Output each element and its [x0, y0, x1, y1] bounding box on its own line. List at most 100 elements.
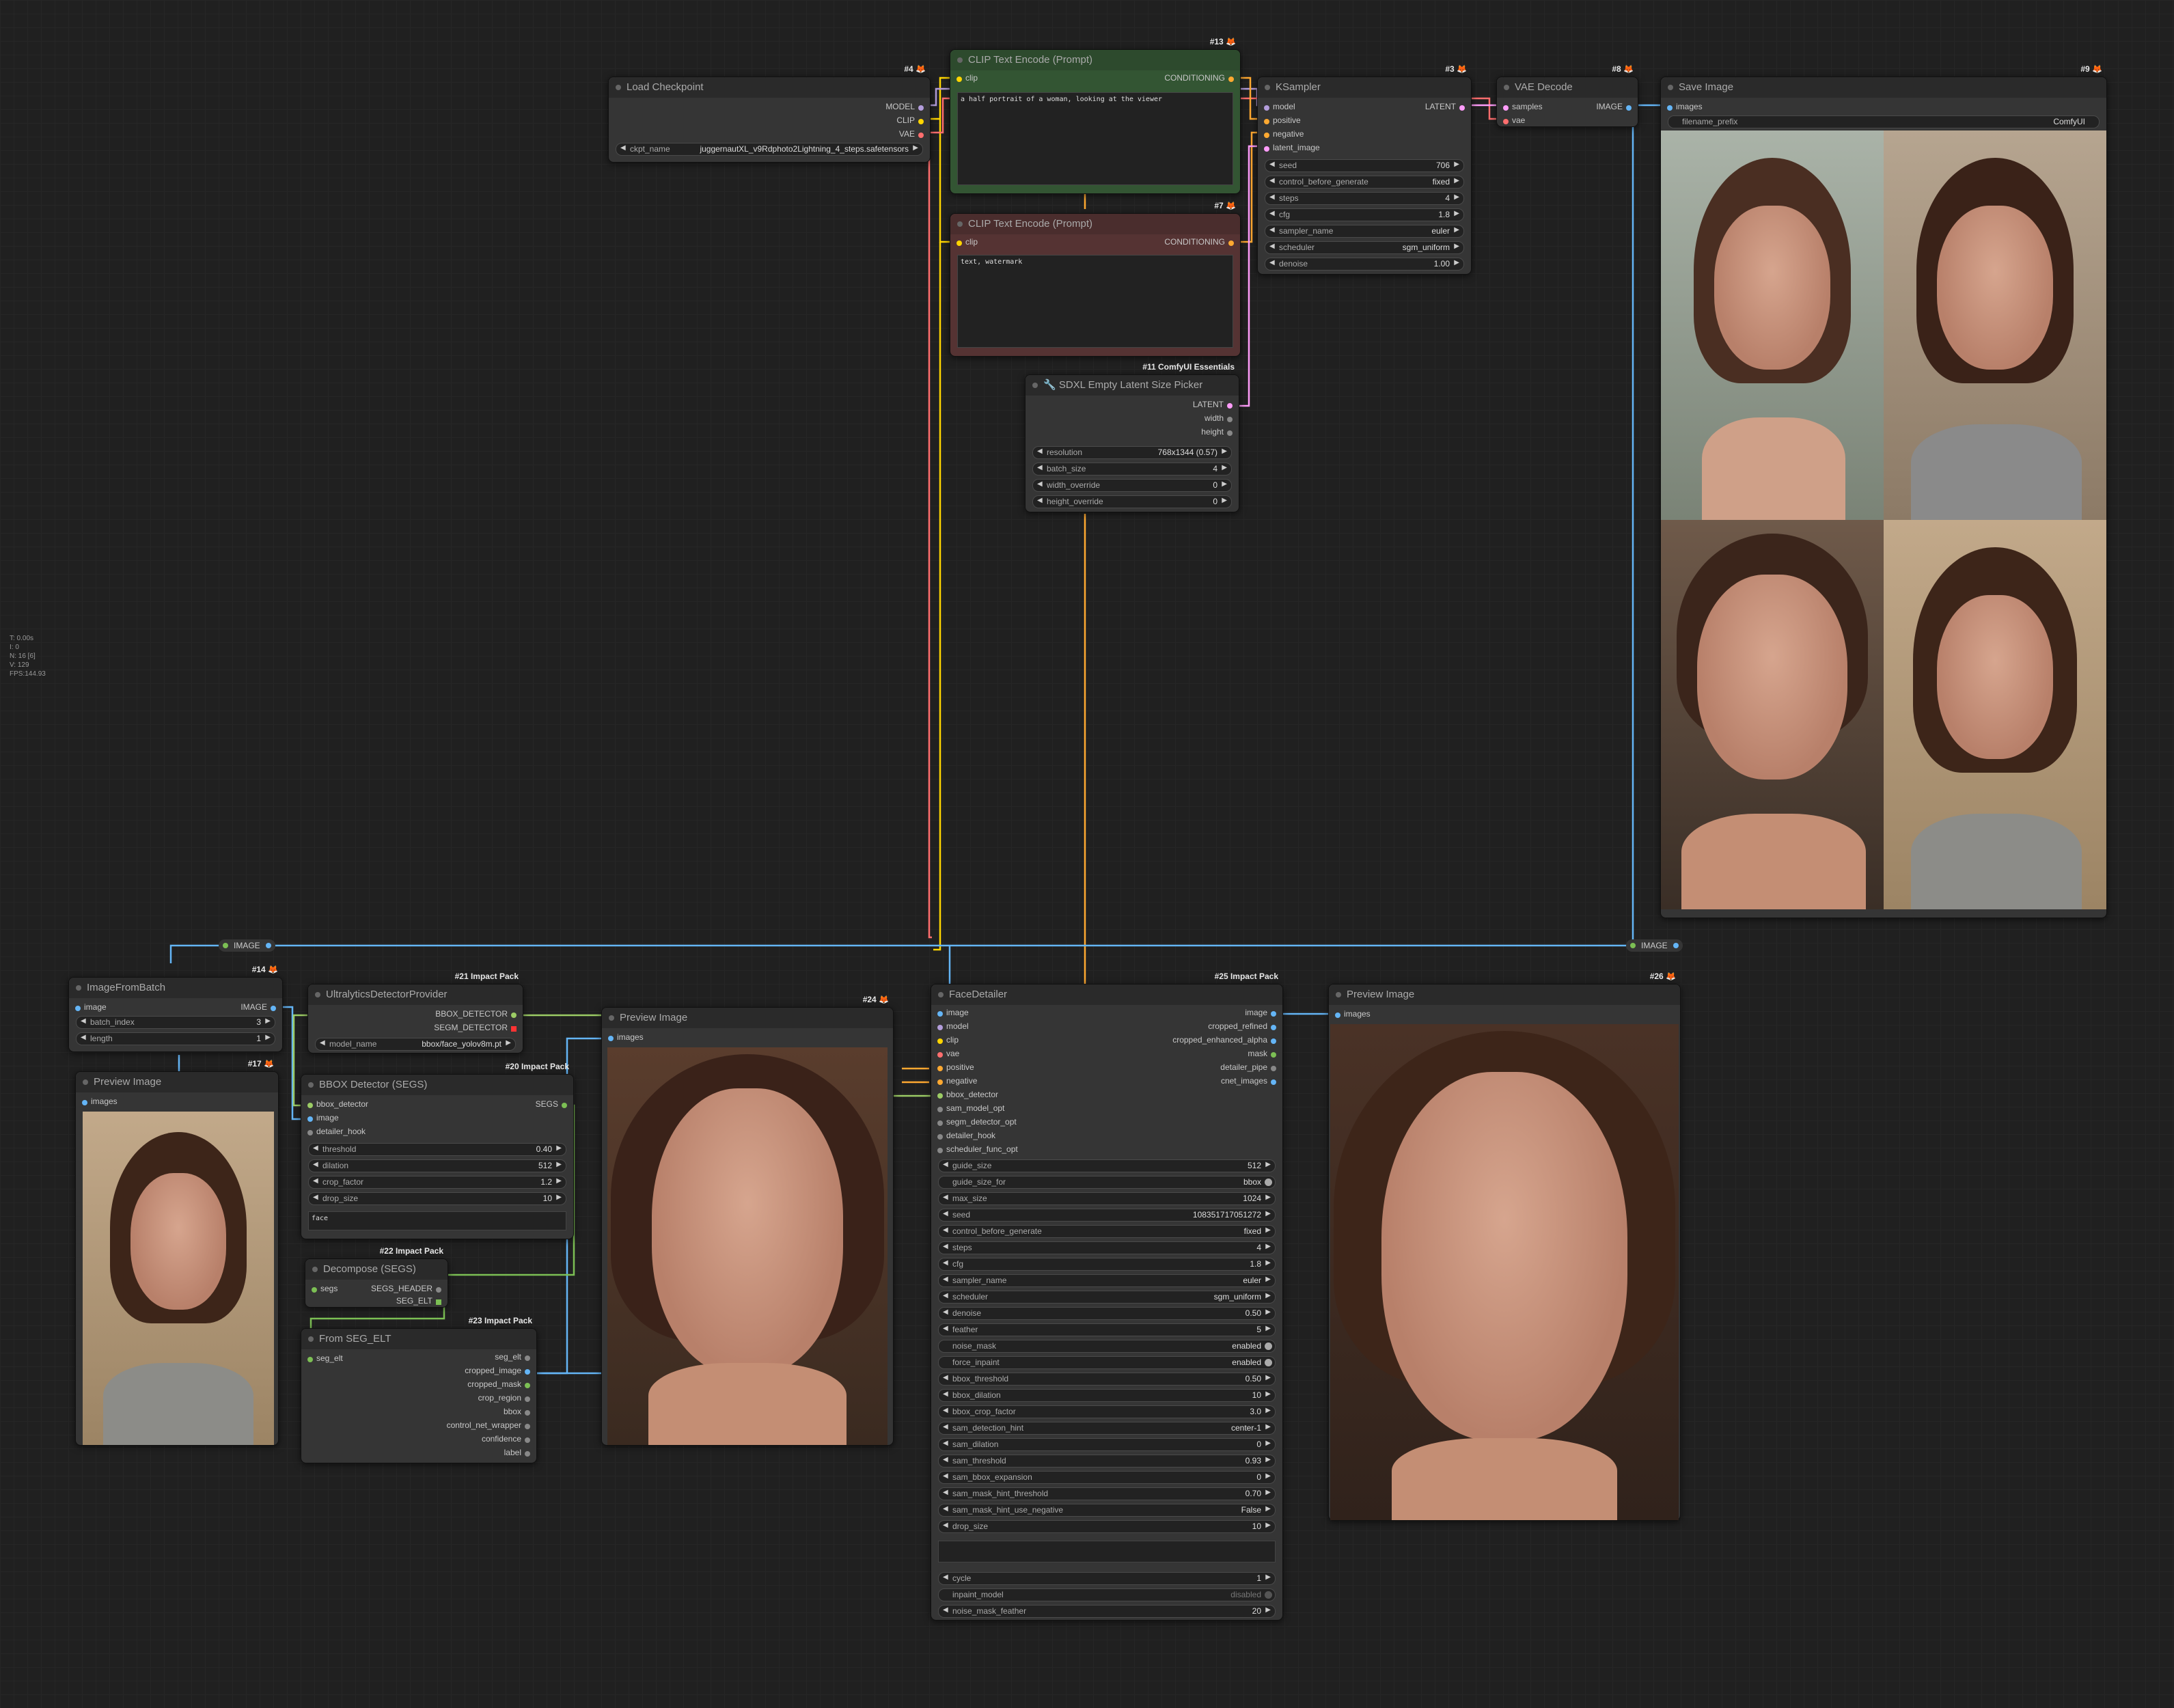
ksampler-widget-denoise[interactable]: ◀ denoise 1.00 ▶	[1265, 258, 1464, 271]
arrow-left-icon[interactable]: ◀	[943, 1606, 948, 1614]
ksampler-widget-control-before-generate[interactable]: ◀ control_before_generate fixed ▶	[1265, 176, 1464, 189]
arrow-right-icon[interactable]: ▶	[1454, 177, 1459, 184]
output-cnet-images[interactable]: cnet_images	[1221, 1076, 1276, 1086]
output-width[interactable]: width	[1205, 413, 1233, 423]
arrow-right-icon[interactable]: ▶	[1265, 1210, 1271, 1217]
node-title[interactable]: ImageFromBatch	[69, 978, 282, 998]
input-bbox-detector[interactable]: bbox_detector	[307, 1099, 368, 1109]
node-clip-text-positive[interactable]: #13 🦊 CLIP Text Encode (Prompt) clip CON…	[950, 37, 1241, 194]
node-clip-text-negative[interactable]: #7 🦊 CLIP Text Encode (Prompt) clip COND…	[950, 201, 1241, 357]
bbox-widget-crop-factor[interactable]: ◀ crop_factor 1.2 ▶	[308, 1176, 566, 1189]
output-label[interactable]: label	[504, 1448, 530, 1457]
arrow-left-icon[interactable]: ◀	[943, 1194, 948, 1201]
collapse-dot-icon[interactable]	[1668, 85, 1673, 90]
arrow-left-icon[interactable]: ◀	[943, 1374, 948, 1381]
arrow-right-icon[interactable]: ▶	[556, 1194, 562, 1201]
arrow-right-icon[interactable]: ▶	[1265, 1606, 1271, 1614]
arrow-right-icon[interactable]: ▶	[1222, 480, 1227, 488]
collapse-dot-icon[interactable]	[1336, 992, 1341, 997]
arrow-left-icon[interactable]: ◀	[943, 1423, 948, 1431]
collapse-dot-icon[interactable]	[938, 992, 944, 997]
toggle-icon[interactable]	[1265, 1342, 1272, 1350]
arrow-right-icon[interactable]: ▶	[1222, 497, 1227, 504]
output-segm-detector[interactable]: SEGM_DETECTOR	[434, 1023, 517, 1032]
labels-textarea[interactable]: face	[308, 1211, 566, 1230]
arrow-right-icon[interactable]: ▶	[1265, 1390, 1271, 1398]
node-title[interactable]: CLIP Text Encode (Prompt)	[950, 214, 1240, 234]
fd-widget-guide-size[interactable]: ◀ guide_size 512 ▶	[938, 1159, 1276, 1172]
node-ksampler[interactable]: #3 🦊 KSampler model positive negative la…	[1257, 64, 1472, 275]
arrow-left-icon[interactable]: ◀	[943, 1407, 948, 1414]
arrow-right-icon[interactable]: ▶	[1265, 1573, 1271, 1581]
collapse-dot-icon[interactable]	[315, 992, 320, 997]
model-name-combo[interactable]: ◀ model_name bbox/face_yolov8m.pt ▶	[315, 1038, 516, 1051]
arrow-left-icon[interactable]: ◀	[313, 1194, 318, 1201]
collapse-dot-icon[interactable]	[957, 57, 963, 63]
arrow-left-icon[interactable]: ◀	[1269, 210, 1275, 217]
input-image[interactable]: image	[307, 1113, 339, 1122]
ksampler-widget-seed[interactable]: ◀ seed 706 ▶	[1265, 159, 1464, 172]
arrow-left-icon[interactable]: ◀	[1269, 161, 1275, 168]
fd-widget-steps[interactable]: ◀ steps 4 ▶	[938, 1241, 1276, 1254]
collapse-dot-icon[interactable]	[308, 1082, 314, 1088]
input-detailer-hook[interactable]: detailer_hook	[937, 1131, 995, 1140]
arrow-right-icon[interactable]: ▶	[1265, 1292, 1271, 1299]
input-image[interactable]: image	[75, 1002, 107, 1012]
output-seg-elt[interactable]: SEG_ELT	[396, 1296, 441, 1306]
fd-widget-denoise[interactable]: ◀ denoise 0.50 ▶	[938, 1307, 1276, 1320]
latent-widget-resolution[interactable]: ◀ resolution 768x1344 (0.57) ▶	[1032, 446, 1232, 459]
arrow-right-icon[interactable]: ▶	[1454, 243, 1459, 250]
arrow-left-icon[interactable]: ◀	[943, 1226, 948, 1234]
fd-widget-control-before-generate[interactable]: ◀ control_before_generate fixed ▶	[938, 1225, 1276, 1238]
node-title[interactable]: KSampler	[1258, 77, 1471, 98]
collapse-dot-icon[interactable]	[1032, 383, 1038, 388]
arrow-right-icon[interactable]: ▶	[556, 1144, 562, 1152]
arrow-left-icon[interactable]: ◀	[943, 1210, 948, 1217]
arrow-right-icon[interactable]: ▶	[1265, 1308, 1271, 1316]
collapse-dot-icon[interactable]	[957, 221, 963, 227]
collapse-dot-icon[interactable]	[312, 1267, 318, 1272]
arrow-left-icon[interactable]: ◀	[1037, 497, 1043, 504]
arrow-right-icon[interactable]: ▶	[1222, 447, 1227, 455]
arrow-right-icon[interactable]: ▶	[1265, 1226, 1271, 1234]
arrow-left-icon[interactable]: ◀	[943, 1440, 948, 1447]
input-clip[interactable]: clip	[957, 73, 978, 83]
output-conditioning[interactable]: CONDITIONING	[1164, 237, 1234, 247]
ksampler-widget-sampler-name[interactable]: ◀ sampler_name euler ▶	[1265, 225, 1464, 238]
output-cropped-enhanced-alpha[interactable]: cropped_enhanced_alpha	[1172, 1035, 1276, 1045]
input-model[interactable]: model	[1264, 102, 1295, 111]
fd-widget-guide-size-for[interactable]: guide_size_for bbox	[938, 1176, 1276, 1189]
arrow-left-icon[interactable]: ◀	[943, 1161, 948, 1168]
node-bbox-detector-segs[interactable]: #20 Impact Pack BBOX Detector (SEGS) bbo…	[301, 1062, 574, 1239]
arrow-right-icon[interactable]: ▶	[556, 1177, 562, 1185]
fd-widget-sam-dilation[interactable]: ◀ sam_dilation 0 ▶	[938, 1438, 1276, 1451]
arrow-right-icon[interactable]: ▶	[1265, 1456, 1271, 1463]
collapse-dot-icon[interactable]	[609, 1015, 614, 1021]
input-model[interactable]: model	[937, 1021, 969, 1031]
arrow-left-icon[interactable]: ◀	[943, 1292, 948, 1299]
node-title[interactable]: FaceDetailer	[931, 984, 1282, 1005]
output-clip[interactable]: CLIP	[896, 115, 924, 125]
node-ultralytics-detector[interactable]: #21 Impact Pack UltralyticsDetectorProvi…	[307, 972, 523, 1053]
node-save-image[interactable]: #9 🦊 Save Image images filename_prefix Co…	[1660, 64, 2107, 918]
fd-widget-bbox-threshold[interactable]: ◀ bbox_threshold 0.50 ▶	[938, 1373, 1276, 1386]
output-image-4[interactable]	[1884, 520, 2106, 909]
filename-prefix-input[interactable]: filename_prefix ComfyUI	[1668, 115, 2100, 128]
output-seg-elt[interactable]: seg_elt	[495, 1352, 530, 1362]
input-latent-image[interactable]: latent_image	[1264, 143, 1320, 152]
arrow-right-icon[interactable]: ▶	[556, 1161, 562, 1168]
arrow-right-icon[interactable]: ▶	[1265, 1472, 1271, 1480]
latent-widget-width-override[interactable]: ◀ width_override 0 ▶	[1032, 479, 1232, 492]
arrow-right-icon[interactable]: ▶	[1265, 1505, 1271, 1513]
arrow-right-icon[interactable]: ▶	[1265, 1521, 1271, 1529]
input-clip[interactable]: clip	[957, 237, 978, 247]
node-decompose-segs[interactable]: #22 Impact Pack Decompose (SEGS) segs SE…	[305, 1246, 448, 1308]
output-vae[interactable]: VAE	[899, 129, 924, 139]
ksampler-widget-steps[interactable]: ◀ steps 4 ▶	[1265, 192, 1464, 205]
output-model[interactable]: MODEL	[885, 102, 924, 111]
fd-widget-bbox-crop-factor[interactable]: ◀ bbox_crop_factor 3.0 ▶	[938, 1405, 1276, 1418]
arrow-right-icon[interactable]: ▶	[1454, 210, 1459, 217]
output-cropped-mask[interactable]: cropped_mask	[467, 1379, 530, 1389]
arrow-left-icon[interactable]: ◀	[943, 1390, 948, 1398]
arrow-right-icon[interactable]: ▶	[1454, 161, 1459, 168]
